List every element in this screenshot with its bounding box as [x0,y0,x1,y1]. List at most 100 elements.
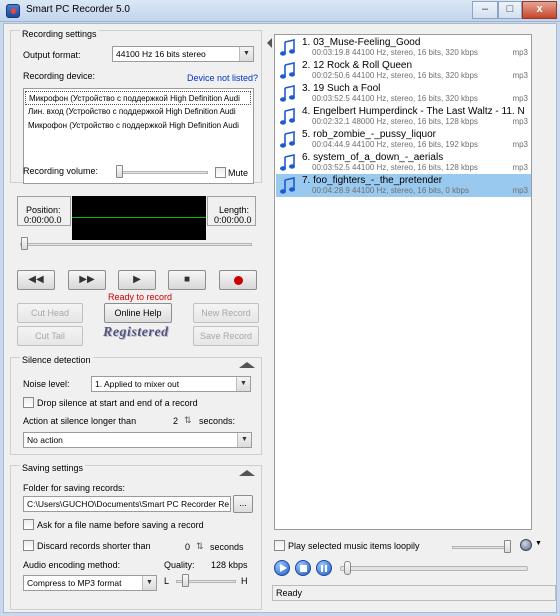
drop-silence-checkbox[interactable] [23,397,34,408]
track-title: 7. foo_fighters_-_the_pretender [302,175,443,186]
quality-high-label: H [241,576,248,586]
recording-volume-slider[interactable] [116,171,208,174]
cut-tail-button[interactable]: Cut Tail [17,326,83,346]
device-not-listed-link[interactable]: Device not listed? [187,73,258,83]
recording-device-label: Recording device: [23,71,96,81]
quality-low-label: L [164,576,170,586]
position-seek-thumb[interactable] [21,237,28,250]
save-record-button[interactable]: Save Record [193,326,259,346]
player-pause-button[interactable] [316,560,332,576]
track-format: mp3 [512,71,528,80]
chevron-down-icon: ▼ [236,377,250,391]
play-button[interactable]: ▶ [118,270,156,290]
track-title: 6. system_of_a_down_-_aerials [302,152,444,163]
close-button[interactable]: x [522,1,557,19]
noise-level-select[interactable]: 1. Applied to mixer out ▼ [91,376,251,392]
track-title: 1. 03_Muse-Feeling_Good [302,37,421,48]
record-icon [233,276,243,285]
discard-seconds-value[interactable]: 0 [185,542,190,552]
rewind-button[interactable]: ◀◀ [17,270,55,290]
music-note-icon [280,131,295,148]
device-item[interactable]: Микрофон (Устройство с поддержкой High D… [25,91,251,105]
player-stop-button[interactable] [295,560,311,576]
ask-filename-checkbox[interactable] [23,519,34,530]
output-format-label: Output format: [23,50,81,60]
playlist-item[interactable]: 6. system_of_a_down_-_aerials 00:03:52.5… [276,151,531,174]
silence-seconds-value[interactable]: 2 [173,416,178,426]
playlist-item[interactable]: 5. rob_zombie_-_pussy_liquor 00:04:44.9 … [276,128,531,151]
player-volume-thumb[interactable] [504,540,511,553]
music-note-icon [280,85,295,102]
device-item[interactable]: Лин. вход (Устройство с поддержкой High … [25,105,251,119]
track-meta: 00:04:44.9 44100 Hz, stereo, 16 bits, 19… [312,140,478,149]
position-label: Position: [26,205,61,215]
discard-short-label: Discard records shorter than [37,541,151,551]
length-label: Length: [219,205,250,215]
discard-short-checkbox[interactable] [23,540,34,551]
playlist[interactable]: 1. 03_Muse-Feeling_Good 00:03:19.8 44100… [274,34,532,530]
output-device-icon[interactable] [520,539,532,551]
track-title: 4. Engelbert Humperdinck - The Last Walt… [302,106,525,117]
stop-button[interactable]: ■ [168,270,206,290]
player-play-button[interactable] [274,560,290,576]
track-format: mp3 [512,94,528,103]
new-record-button[interactable]: New Record [193,303,259,323]
discard-seconds-unit: seconds [210,542,244,552]
online-help-button[interactable]: Online Help [104,303,172,323]
title-bar: Smart PC Recorder 5.0 – □ x [0,0,560,22]
track-meta: 00:04:28.9 44100 Hz, stereo, 16 bits, 0 … [312,186,469,195]
track-format: mp3 [512,117,528,126]
spin-arrows-icon[interactable]: ⇅ [184,415,192,426]
recording-volume-thumb[interactable] [116,165,123,178]
rewind-icon: ◀◀ [28,274,44,285]
track-title: 5. rob_zombie_-_pussy_liquor [302,129,436,140]
collapse-icon[interactable] [239,362,255,368]
collapse-icon[interactable] [239,470,255,476]
play-loop-label: Play selected music items loopily [288,541,420,551]
noise-level-value: 1. Applied to mixer out [95,379,180,389]
playlist-item[interactable]: 1. 03_Muse-Feeling_Good 00:03:19.8 44100… [276,36,531,59]
transport-status: Ready to record [108,292,173,302]
playlist-item[interactable]: 4. Engelbert Humperdinck - The Last Walt… [276,105,531,128]
music-note-icon [280,39,295,56]
minimize-button[interactable]: – [472,1,498,19]
track-format: mp3 [512,140,528,149]
folder-path-input[interactable]: C:\Users\GUCHO\Documents\Smart PC Record… [23,496,231,512]
track-meta: 00:02:50.6 44100 Hz, stereo, 16 bits, 32… [312,71,478,80]
play-loop-checkbox[interactable] [274,540,285,551]
silence-action-select[interactable]: No action ▼ [23,432,252,448]
silence-seconds-label: seconds: [199,416,236,426]
record-button[interactable] [219,270,257,290]
silence-action-value: No action [27,435,63,445]
chevron-down-icon[interactable]: ▼ [535,540,542,547]
music-note-icon [280,108,295,125]
maximize-button[interactable]: □ [498,1,522,19]
stop-icon: ■ [183,274,191,285]
playlist-item[interactable]: 3. 19 Such a Fool 00:03:52.5 44100 Hz, s… [276,82,531,105]
track-meta: 00:02:32.1 48000 Hz, stereo, 16 bits, 12… [312,117,478,126]
play-icon: ▶ [133,274,141,285]
mute-checkbox[interactable] [215,167,226,178]
encoding-method-select[interactable]: Compress to MP3 format ▼ [23,575,157,591]
music-note-icon [280,154,295,171]
player-volume-slider[interactable] [452,546,510,549]
device-item[interactable]: Микрофон (Устройство с поддержкой High D… [25,119,251,133]
browse-folder-button[interactable]: ... [233,495,253,513]
playlist-item[interactable]: 2. 12 Rock & Roll Queen 00:02:50.6 44100… [276,59,531,82]
registered-logo: Registered [103,325,169,340]
cut-head-button[interactable]: Cut Head [17,303,83,323]
drop-silence-label: Drop silence at start and end of a recor… [37,398,198,408]
player-seek-slider[interactable] [340,566,528,571]
spin-arrows-icon[interactable]: ⇅ [196,541,204,552]
output-format-select[interactable]: 44100 Hz 16 bits stereo ▼ [112,46,254,62]
collapse-panel-icon[interactable] [267,38,272,48]
quality-slider-thumb[interactable] [182,574,189,587]
encoding-method-value: Compress to MP3 format [27,578,122,588]
mute-label: Mute [228,168,249,178]
position-seek-slider[interactable] [20,243,252,246]
track-format: mp3 [512,163,528,172]
length-value: 0:00:00.0 [214,215,252,225]
player-seek-thumb[interactable] [344,561,351,575]
fast-forward-button[interactable]: ▶▶ [68,270,106,290]
playlist-item-selected[interactable]: 7. foo_fighters_-_the_pretender 00:04:28… [276,174,531,197]
